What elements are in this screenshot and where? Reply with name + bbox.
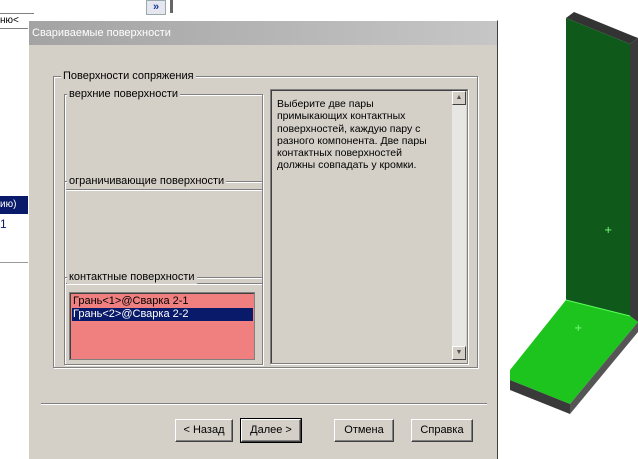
hint-scrollbar[interactable]: ▲ ▼ [452, 91, 466, 360]
dialog-title[interactable]: Свариваемые поверхности [29, 21, 497, 45]
next-button[interactable]: Далее > [240, 418, 302, 443]
scroll-down-icon[interactable]: ▼ [452, 346, 466, 360]
scroll-up-icon[interactable]: ▲ [452, 91, 466, 105]
cancel-button[interactable]: Отмена [334, 419, 394, 442]
toolbar-divider [170, 0, 173, 13]
origin-mark-icon: + [574, 323, 582, 334]
contact-faces-list[interactable]: Грань<1>@Сварка 2-1 Грань<2>@Сварка 2-2 [69, 292, 255, 360]
bounding-faces-group[interactable]: ограничивающие поверхности [64, 175, 263, 284]
mating-faces-label: Поверхности сопряжения [61, 70, 196, 83]
button-separator [41, 403, 487, 405]
weld-faces-dialog: Свариваемые поверхности Поверхности сопр… [28, 20, 498, 459]
expand-button[interactable]: » [146, 0, 166, 15]
vertical-plate-front[interactable] [566, 18, 630, 316]
contact-faces-group: контактные поверхности Грань<1>@Сварка 2… [64, 271, 263, 365]
list-item[interactable]: Грань<1>@Сварка 2-1 [72, 295, 253, 308]
origin-mark-icon: + [604, 225, 612, 236]
back-button[interactable]: < Назад [175, 419, 233, 442]
hint-box: Выберите две пары примыкающих контактных… [270, 89, 468, 364]
list-item-selected[interactable]: Грань<2>@Сварка 2-2 [72, 308, 253, 321]
bounding-faces-label: ограничивающие поверхности [67, 175, 227, 188]
contact-faces-label: контактные поверхности [67, 271, 197, 284]
top-faces-label: верхние поверхности [67, 88, 181, 101]
hint-text: Выберите две пары примыкающих контактных… [277, 98, 427, 172]
help-button[interactable]: Справка [411, 419, 473, 442]
vertical-plate-edge [630, 38, 638, 322]
